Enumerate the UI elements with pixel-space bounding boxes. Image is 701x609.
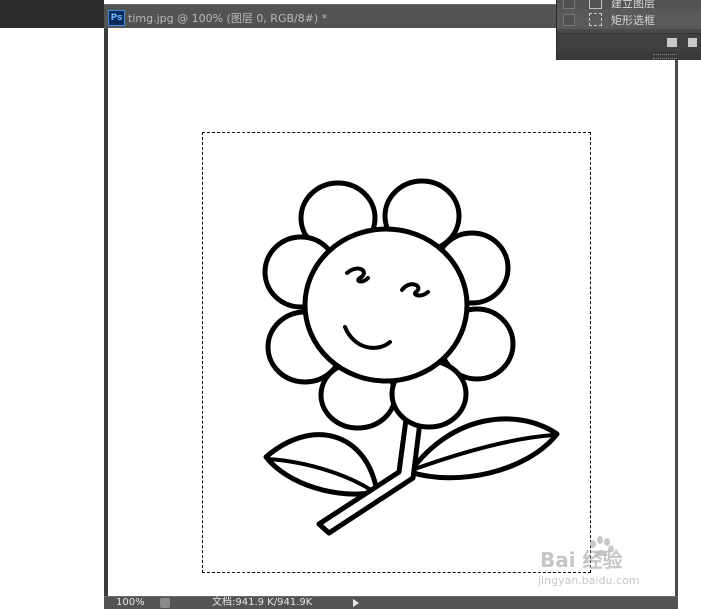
status-options-icon[interactable]: [160, 598, 170, 608]
history-item-label: 矩形选框: [611, 14, 655, 27]
document-tab[interactable]: Ps timg.jpg @ 100% (图层 0, RGB/8#) *: [104, 4, 556, 29]
history-item-rect-marquee[interactable]: 矩形选框: [557, 9, 701, 29]
new-snapshot-icon[interactable]: [667, 38, 677, 47]
rectangle-marquee-selection[interactable]: [202, 132, 591, 573]
checkbox-icon[interactable]: [563, 14, 575, 26]
layer-icon: [589, 0, 602, 9]
trash-icon[interactable]: [688, 38, 697, 47]
vertical-scrollbar[interactable]: [675, 28, 678, 596]
photoshop-icon: Ps: [108, 10, 125, 26]
panel-footer: [557, 33, 701, 52]
panel-resize-bar[interactable]: [557, 51, 701, 60]
canvas[interactable]: [108, 28, 675, 596]
checkbox-icon[interactable]: [563, 0, 575, 9]
status-bar: 100% 文档:941.9 K/941.9K: [104, 596, 678, 609]
zoom-level[interactable]: 100%: [116, 597, 145, 609]
workspace-background: [0, 0, 104, 28]
status-menu-arrow-icon[interactable]: [353, 599, 359, 607]
watermark-brand: Bai 经验: [540, 548, 623, 572]
rect-marquee-icon: [589, 13, 602, 26]
baidu-watermark: Bai 经验 jingyan.baidu.com: [528, 534, 668, 594]
watermark-url: jingyan.baidu.com: [538, 574, 640, 587]
layers-panel: 建立图层 矩形选框: [556, 0, 701, 60]
document-title: timg.jpg @ 100% (图层 0, RGB/8#) *: [128, 12, 328, 25]
document-window: Ps timg.jpg @ 100% (图层 0, RGB/8#) * 100%…: [104, 4, 678, 609]
grip-icon: [653, 54, 677, 59]
document-info: 文档:941.9 K/941.9K: [212, 597, 313, 608]
